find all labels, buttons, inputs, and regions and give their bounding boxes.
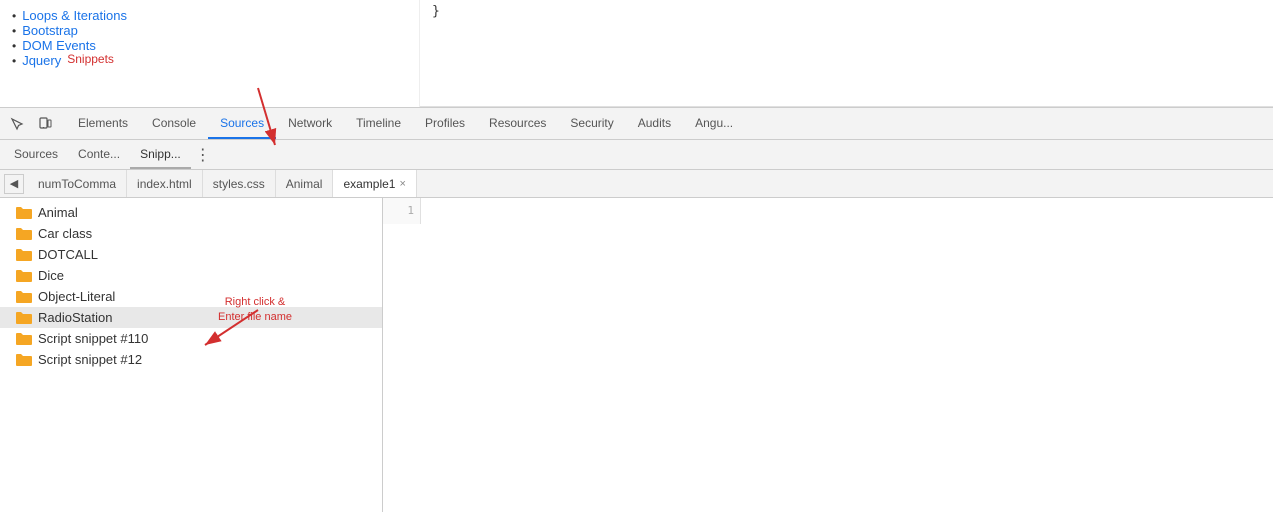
collapse-panel-button[interactable]: ◀: [4, 174, 24, 194]
code-closing-brace: }: [432, 4, 440, 19]
file-item-carclass[interactable]: Car class: [0, 223, 382, 244]
folder-icon: [16, 248, 32, 262]
code-editor[interactable]: [423, 198, 1273, 512]
file-tab-example1[interactable]: example1 ×: [333, 170, 416, 197]
cursor-icon: [10, 117, 24, 131]
file-tab-indexhtml[interactable]: index.html: [127, 170, 203, 197]
toolbar-icons: [4, 112, 58, 136]
folder-icon: [16, 290, 32, 304]
file-tab-stylescss[interactable]: styles.css: [203, 170, 276, 197]
file-item-label: Dice: [38, 268, 64, 283]
tab-resources[interactable]: Resources: [477, 108, 558, 139]
left-panel: Animal Car class DOTCALL Dice Object-Lit…: [0, 198, 383, 512]
cursor-tool-button[interactable]: [4, 112, 30, 136]
devtools-toolbar: Elements Console Sources Network Timelin…: [0, 108, 1273, 140]
sub-tab-content[interactable]: Conte...: [68, 140, 130, 169]
main-content: Animal Car class DOTCALL Dice Object-Lit…: [0, 198, 1273, 512]
link-loops[interactable]: Loops & Iterations: [22, 8, 127, 23]
file-item-label: Script snippet #110: [38, 331, 148, 346]
tab-timeline[interactable]: Timeline: [344, 108, 413, 139]
right-panel: 1: [383, 198, 1273, 512]
link-jquery[interactable]: Jquery: [22, 53, 61, 68]
link-item-jquery: • Jquery Snippets: [12, 53, 407, 68]
code-preview: }: [420, 0, 1273, 107]
link-item-bootstrap: • Bootstrap: [12, 23, 407, 38]
file-item-label: Object-Literal: [38, 289, 115, 304]
file-item-snippet12[interactable]: Script snippet #12: [0, 349, 382, 370]
file-item-dotcall[interactable]: DOTCALL: [0, 244, 382, 265]
tab-angu[interactable]: Angu...: [683, 108, 745, 139]
file-item-animal[interactable]: Animal: [0, 202, 382, 223]
top-section: • Loops & Iterations • Bootstrap • DOM E…: [0, 0, 1273, 108]
file-item-radiostation[interactable]: RadioStation: [0, 307, 382, 328]
file-item-label: Animal: [38, 205, 78, 220]
sub-tab-snippets[interactable]: Snipp...: [130, 140, 191, 169]
tab-audits[interactable]: Audits: [626, 108, 683, 139]
devtools-tabs: Elements Console Sources Network Timelin…: [66, 108, 745, 139]
file-item-objectliteral[interactable]: Object-Literal: [0, 286, 382, 307]
sub-tab-sources[interactable]: Sources: [4, 140, 68, 169]
links-area: • Loops & Iterations • Bootstrap • DOM E…: [0, 0, 420, 107]
file-list: Animal Car class DOTCALL Dice Object-Lit…: [0, 198, 382, 374]
link-item-loops: • Loops & Iterations: [12, 8, 407, 23]
line-num-1: 1: [383, 202, 420, 220]
tab-security[interactable]: Security: [558, 108, 625, 139]
folder-icon: [16, 206, 32, 220]
file-item-label: Script snippet #12: [38, 352, 142, 367]
file-item-label: Car class: [38, 226, 92, 241]
device-toggle-button[interactable]: [32, 112, 58, 136]
folder-icon: [16, 227, 32, 241]
sub-toolbar: Sources Conte... Snipp... ⋮: [0, 140, 1273, 170]
file-item-label: DOTCALL: [38, 247, 98, 262]
folder-icon: [16, 269, 32, 283]
page-wrapper: • Loops & Iterations • Bootstrap • DOM E…: [0, 0, 1273, 512]
folder-icon: [16, 332, 32, 346]
file-tabs-bar: ◀ numToComma index.html styles.css Anima…: [0, 170, 1273, 198]
file-item-snippet110[interactable]: Script snippet #110: [0, 328, 382, 349]
tab-console[interactable]: Console: [140, 108, 208, 139]
tab-sources[interactable]: Sources: [208, 108, 276, 139]
tab-elements[interactable]: Elements: [66, 108, 140, 139]
device-icon: [38, 117, 52, 131]
tab-network[interactable]: Network: [276, 108, 344, 139]
folder-icon: [16, 353, 32, 367]
folder-icon: [16, 311, 32, 325]
link-bootstrap[interactable]: Bootstrap: [22, 23, 78, 38]
tab-profiles[interactable]: Profiles: [413, 108, 477, 139]
file-item-dice[interactable]: Dice: [0, 265, 382, 286]
file-item-label: RadioStation: [38, 310, 112, 325]
more-options-button[interactable]: ⋮: [191, 140, 215, 169]
file-tab-animal[interactable]: Animal: [276, 170, 334, 197]
line-numbers: 1: [383, 198, 421, 224]
close-tab-icon[interactable]: ×: [399, 178, 405, 190]
file-tab-numtocomma[interactable]: numToComma: [28, 170, 127, 197]
snippets-inline-annotation: Snippets: [67, 52, 114, 66]
